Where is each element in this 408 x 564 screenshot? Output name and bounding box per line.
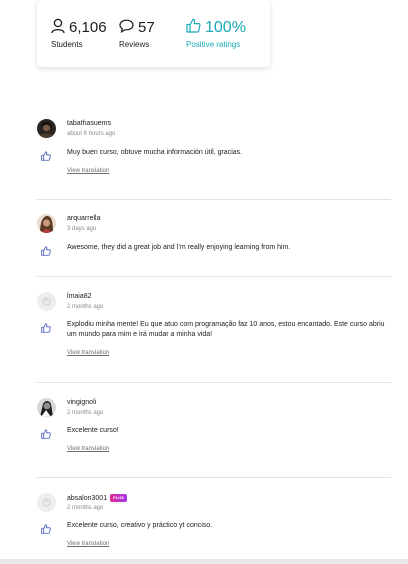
divider — [37, 276, 391, 277]
view-translation-link[interactable]: View translation — [67, 541, 109, 547]
review-author[interactable]: arquarrella — [67, 215, 100, 222]
stats-card: 6,106 Students 57 Reviews 100% Positive … — [37, 0, 270, 67]
review-author[interactable]: vingignoli — [67, 399, 96, 406]
review-date: about 6 hours ago — [67, 131, 116, 137]
positive-stat: 100% Positive ratings — [186, 18, 246, 49]
students-stat: 6,106 Students — [51, 18, 107, 49]
review-date: 2 months ago — [67, 410, 104, 416]
review-date: 2 months ago — [67, 505, 104, 511]
view-translation-link[interactable]: View translation — [67, 350, 109, 356]
speech-bubble-icon — [119, 19, 134, 38]
review-date: 3 days ago — [67, 226, 97, 232]
positive-label: Positive ratings — [186, 40, 241, 49]
review-author[interactable]: tabathasuems — [67, 120, 111, 127]
review-author-name[interactable]: absalon3001 — [67, 495, 107, 502]
review-text: Explodiu minha mente! Eu que atuo com pr… — [67, 321, 385, 338]
review-text: Awesome, they did a great job and I'm re… — [67, 244, 291, 251]
helpful-thumbs-up-icon[interactable] — [41, 521, 51, 539]
reviews-stat: 57 Reviews — [119, 18, 155, 49]
students-label: Students — [51, 40, 83, 49]
review-text: Excelente curso! — [67, 427, 119, 434]
review-text: Excelente curso, creativo y práctico yt … — [67, 522, 213, 529]
thumbs-up-icon — [186, 18, 201, 38]
reviews-label: Reviews — [119, 40, 150, 49]
avatar[interactable] — [37, 119, 56, 138]
helpful-thumbs-up-icon[interactable] — [41, 320, 51, 338]
reviews-count: 57 — [138, 19, 155, 36]
positive-percent: 100% — [205, 19, 246, 36]
review-date: 2 months ago — [67, 304, 104, 310]
helpful-thumbs-up-icon[interactable] — [41, 243, 51, 261]
avatar[interactable] — [37, 493, 56, 512]
avatar[interactable] — [37, 292, 56, 311]
helpful-thumbs-up-icon[interactable] — [41, 148, 51, 166]
review-text: Muy buen curso, obtuve mucha información… — [67, 149, 243, 156]
avatar[interactable] — [37, 214, 56, 233]
bottom-scroll-edge — [0, 559, 408, 564]
view-translation-link[interactable]: View translation — [67, 446, 109, 452]
review-author[interactable]: absalon3001 PLUS — [67, 494, 127, 502]
plus-badge: PLUS — [110, 494, 127, 502]
person-icon — [51, 18, 65, 39]
view-translation-link[interactable]: View translation — [67, 168, 109, 174]
helpful-thumbs-up-icon[interactable] — [41, 426, 51, 444]
review-author[interactable]: lmaia82 — [67, 293, 92, 300]
students-count: 6,106 — [69, 19, 107, 36]
avatar[interactable] — [37, 398, 56, 417]
divider — [37, 477, 391, 478]
divider — [37, 382, 391, 383]
divider — [37, 199, 391, 200]
